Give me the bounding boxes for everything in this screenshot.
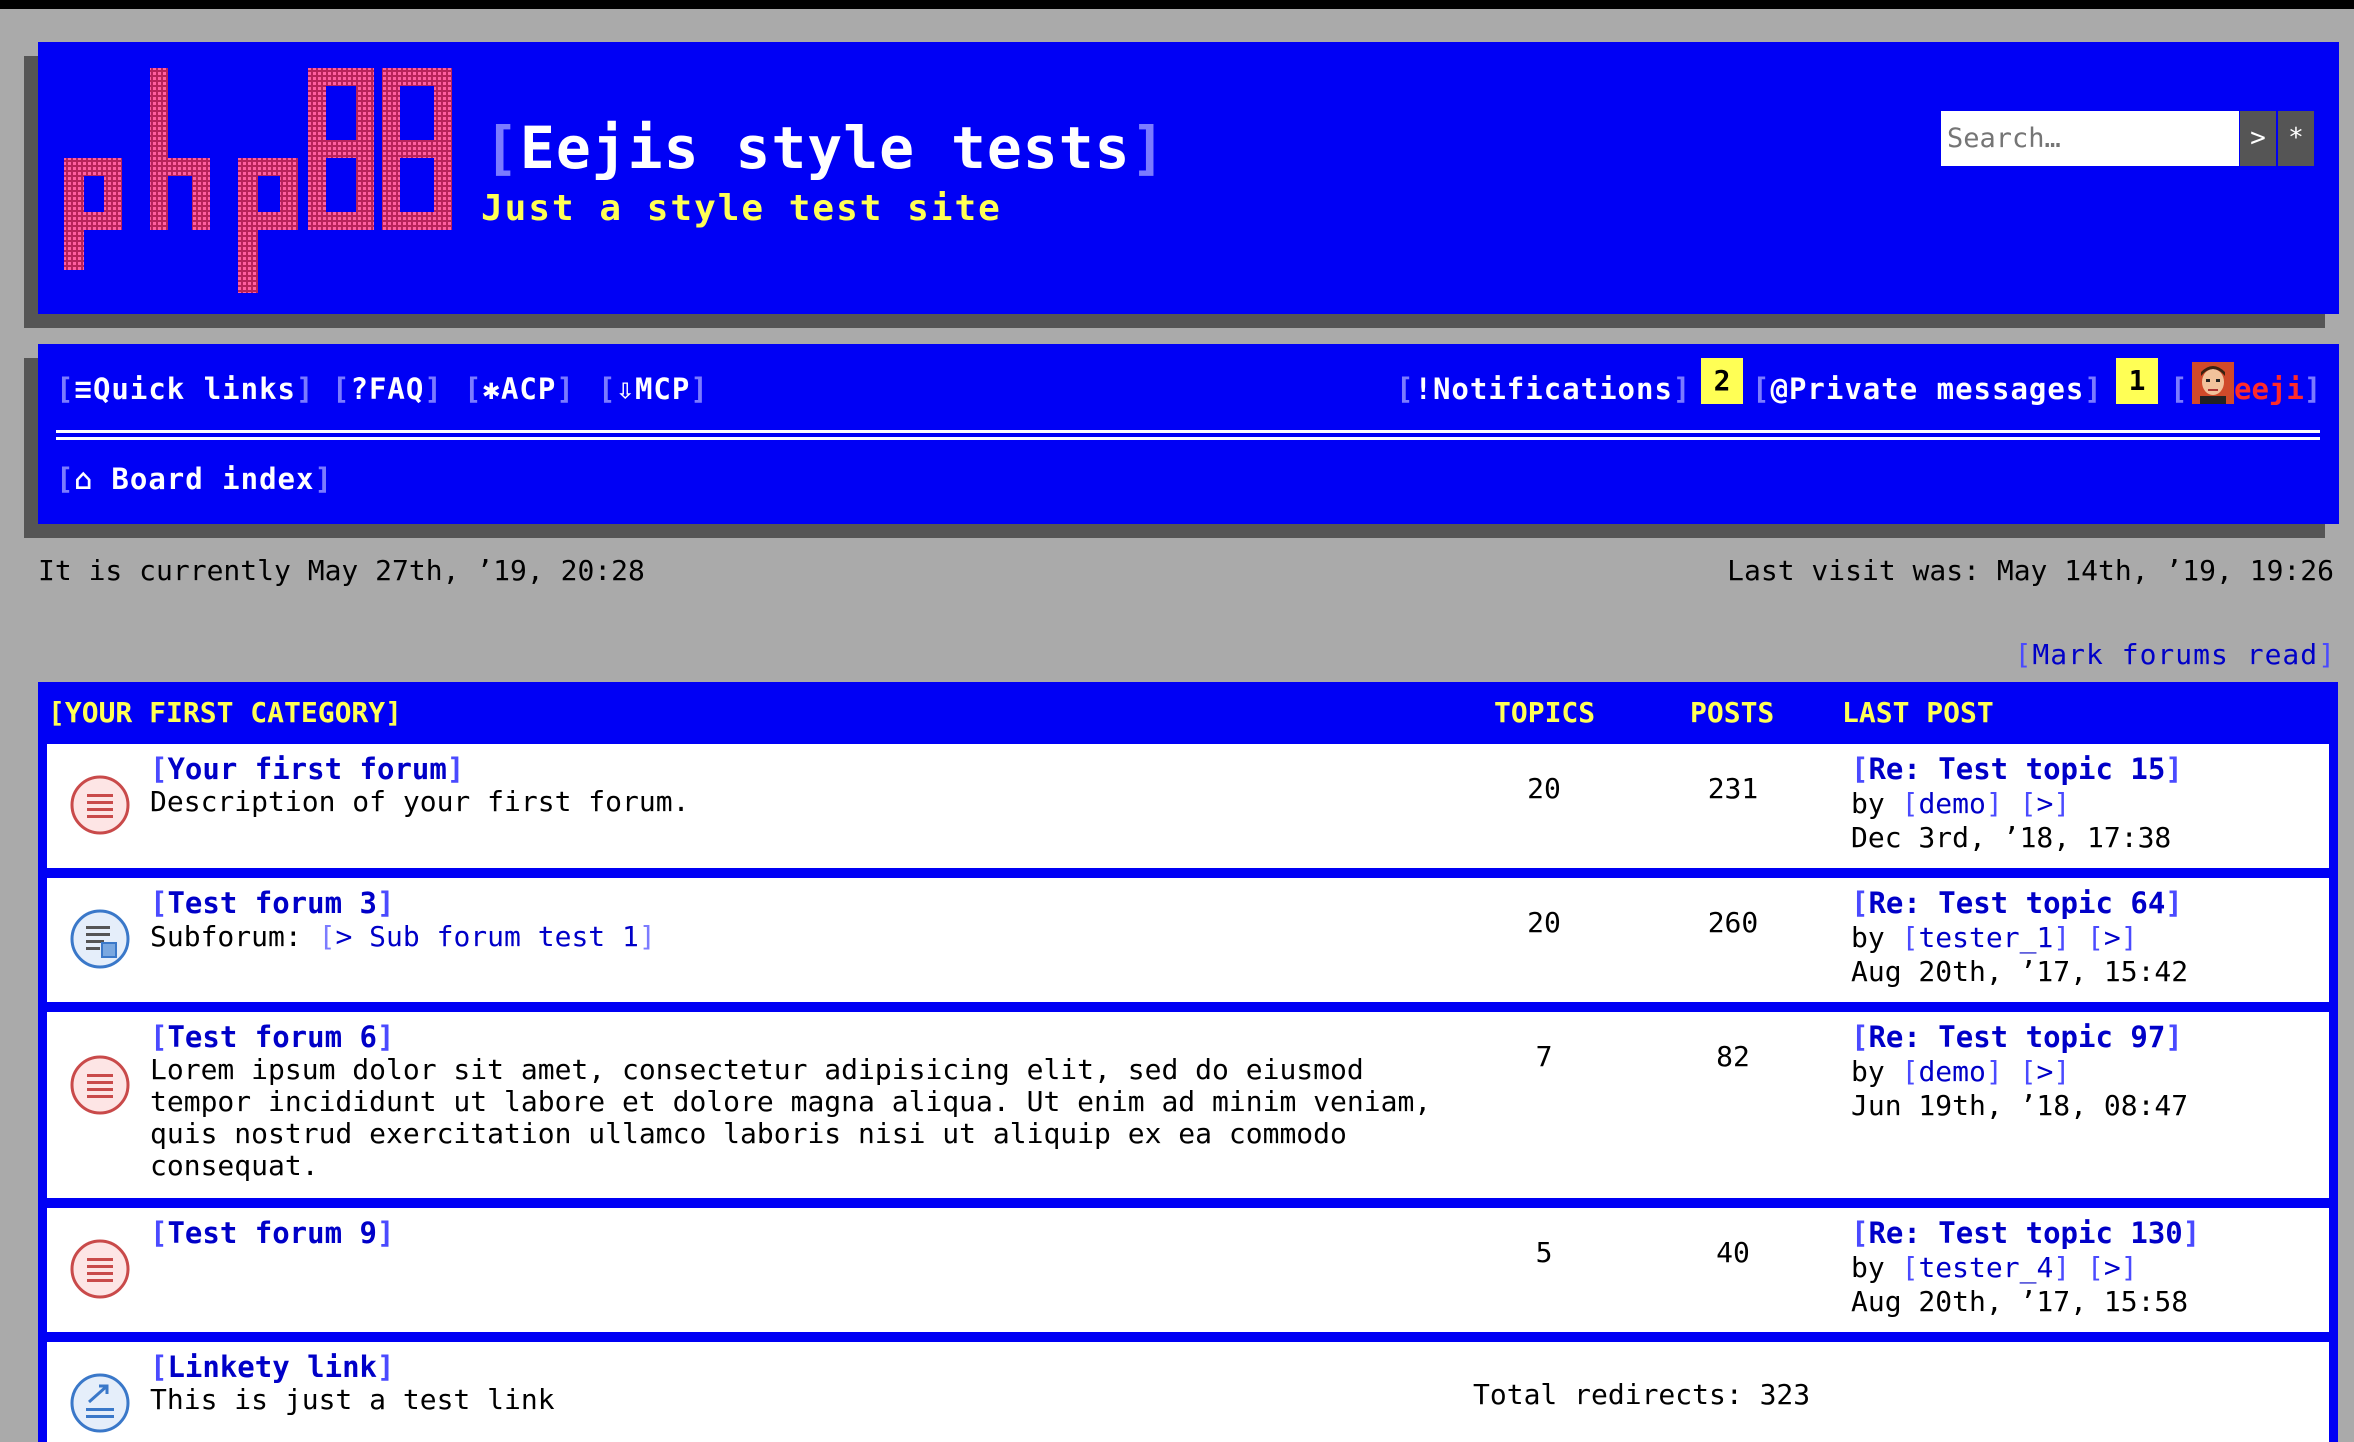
hamburger-icon: ≡ — [74, 372, 93, 406]
subforum-label: Subforum: — [150, 920, 302, 953]
forum-link-row: [Linkety link] This is just a test link … — [47, 1342, 2329, 1442]
faq-link[interactable]: [?FAQ] — [332, 372, 443, 406]
last-post-user-link[interactable]: [tester_1] — [1902, 921, 2071, 954]
last-post-user-link[interactable]: [tester_4] — [1902, 1251, 2071, 1284]
gear-icon: ✱ — [482, 372, 501, 406]
goto-last-post-link[interactable]: [>] — [2087, 1251, 2138, 1284]
topics-count: 5 — [1535, 1236, 1553, 1269]
forum-read-icon — [70, 1055, 130, 1115]
subforum-link[interactable]: [> Sub forum test 1] — [319, 920, 656, 953]
posts-count: 40 — [1716, 1236, 1750, 1269]
posts-count: 260 — [1707, 906, 1759, 939]
goto-last-post-link[interactable]: [>] — [2020, 787, 2071, 820]
forum-row: [Your first forum] Description of your f… — [47, 744, 2329, 868]
notifications-link[interactable]: [!Notifications] — [1396, 372, 1691, 406]
topics-count: 20 — [1527, 906, 1561, 939]
quick-links-menu[interactable]: [≡Quick links] — [56, 372, 314, 406]
forum-title-link[interactable]: [Test forum 9] — [150, 1216, 394, 1250]
category-title[interactable]: [YOUR FIRST CATEGORY] — [48, 696, 402, 729]
nav-divider — [56, 430, 2320, 440]
private-messages-count-badge[interactable]: 1 — [2116, 358, 2158, 404]
by-label: by — [1851, 1251, 1885, 1284]
search-button[interactable]: > — [2240, 111, 2276, 166]
forum-title-link[interactable]: [Test forum 3] — [150, 886, 394, 920]
home-icon: ⌂ — [74, 462, 93, 496]
navbar: [≡Quick links] [?FAQ] [✱ACP] [⇩MCP] [!No… — [38, 344, 2339, 524]
last-post-date: Dec 3rd, ’18, 17:38 — [1851, 821, 2172, 854]
last-post-user-link[interactable]: [demo] — [1902, 787, 2003, 820]
by-label: by — [1851, 921, 1885, 954]
question-icon: ? — [350, 372, 369, 406]
site-header: [Eejis style tests] Just a style test si… — [38, 42, 2339, 314]
gavel-icon: ⇩ — [616, 372, 635, 406]
forum-row: [Test forum 6] Lorem ipsum dolor sit ame… — [47, 1012, 2329, 1198]
last-post-user-link[interactable]: [demo] — [1902, 1055, 2003, 1088]
last-post-title-link[interactable]: [Re: Test topic 130] — [1851, 1216, 2200, 1250]
goto-last-post-link[interactable]: [>] — [2020, 1055, 2071, 1088]
forum-row: [Test forum 3] Subforum: [> Sub forum te… — [47, 878, 2329, 1002]
current-time: It is currently May 27th, ’19, 20:28 — [38, 554, 645, 587]
last-post-title-link[interactable]: [Re: Test topic 97] — [1851, 1020, 2183, 1054]
last-post: [Re: Test topic 97] by [demo] [>] Jun 19… — [1851, 1020, 2188, 1123]
phpbb-logo[interactable] — [62, 66, 462, 296]
forum-link-icon — [70, 1373, 130, 1433]
notifications-count-badge[interactable]: 2 — [1701, 358, 1743, 404]
breadcrumb-board-index[interactable]: [⌂ Board index] — [56, 462, 333, 496]
site-description: Just a style test site — [481, 188, 1002, 229]
posts-count: 231 — [1707, 772, 1759, 805]
forum-subforum-icon — [70, 909, 130, 969]
private-messages-link[interactable]: [@Private messages] — [1752, 372, 2103, 406]
last-post-date: Aug 20th, ’17, 15:42 — [1851, 955, 2189, 988]
bell-icon: ! — [1414, 372, 1433, 406]
mark-forums-read-link[interactable]: [Mark forums read] — [2015, 638, 2336, 671]
last-post: [Re: Test topic 15] by [demo] [>] Dec 3r… — [1851, 752, 2183, 855]
forum-row: [Test forum 9] 5 40 [Re: Test topic 130]… — [47, 1208, 2329, 1332]
last-post-date: Jun 19th, ’18, 08:47 — [1851, 1089, 2189, 1122]
forum-read-icon — [70, 775, 130, 835]
mcp-link[interactable]: [⇩MCP] — [598, 372, 709, 406]
forum-link-description: This is just a test link — [150, 1383, 555, 1416]
subforum-list: Subforum: [> Sub forum test 1] — [150, 920, 656, 953]
forum-title-link[interactable]: [Your first forum] — [150, 752, 464, 786]
advanced-search-button[interactable]: * — [2278, 111, 2314, 166]
column-header-last-post: LAST POST — [1842, 696, 1994, 729]
last-post-title-link[interactable]: [Re: Test topic 64] — [1851, 886, 2183, 920]
avatar-face-icon — [2192, 362, 2234, 404]
forum-title-link[interactable]: [Test forum 6] — [150, 1020, 394, 1054]
window-top-border — [0, 0, 2354, 9]
search-input[interactable] — [1941, 111, 2239, 166]
by-label: by — [1851, 1055, 1885, 1088]
forum-link-title[interactable]: [Linkety link] — [150, 1350, 394, 1384]
user-avatar[interactable] — [2192, 362, 2234, 404]
last-visit: Last visit was: May 14th, ’19, 19:26 — [1727, 554, 2334, 587]
last-post-date: Aug 20th, ’17, 15:58 — [1851, 1285, 2189, 1318]
last-post-title-link[interactable]: [Re: Test topic 15] — [1851, 752, 2183, 786]
forum-read-icon — [70, 1239, 130, 1299]
column-header-topics: TOPICS — [1494, 696, 1596, 729]
acp-link[interactable]: [✱ACP] — [464, 372, 575, 406]
topics-count: 7 — [1535, 1040, 1553, 1073]
envelope-icon: @ — [1770, 372, 1789, 406]
last-post: [Re: Test topic 130] by [tester_4] [>] A… — [1851, 1216, 2200, 1319]
username-link[interactable]: eeji] — [2234, 372, 2321, 406]
forum-category: [YOUR FIRST CATEGORY] TOPICS POSTS LAST … — [38, 682, 2338, 1442]
total-redirects: Total redirects: 323 — [1473, 1378, 1811, 1411]
last-post: [Re: Test topic 64] by [tester_1] [>] Au… — [1851, 886, 2188, 989]
forum-description: Description of your first forum. — [150, 785, 690, 818]
by-label: by — [1851, 787, 1885, 820]
forum-description: Lorem ipsum dolor sit amet, consectetur … — [150, 1053, 1432, 1182]
site-title[interactable]: [Eejis style tests] — [484, 114, 1166, 182]
column-header-posts: POSTS — [1690, 696, 1775, 729]
posts-count: 82 — [1716, 1040, 1750, 1073]
topics-count: 20 — [1527, 772, 1561, 805]
goto-last-post-link[interactable]: [>] — [2087, 921, 2138, 954]
user-menu-open-bracket: [ — [2170, 372, 2189, 406]
